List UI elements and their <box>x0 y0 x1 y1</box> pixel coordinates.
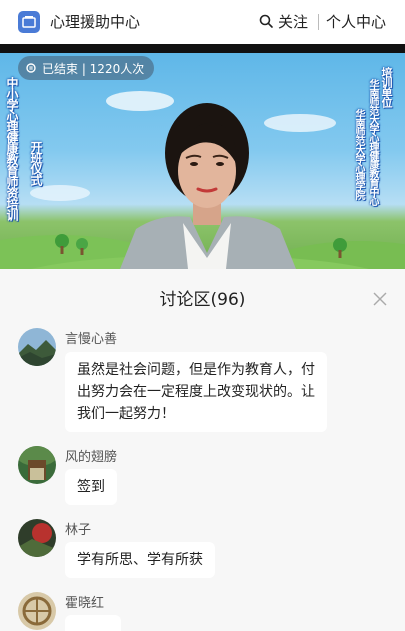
video-right-banner-line3: 华南师范大学心理学院 <box>353 109 364 199</box>
message-bubble <box>65 615 121 631</box>
follow-button[interactable]: 关注 <box>278 12 308 32</box>
discussion-title: 讨论区(96) <box>159 290 246 310</box>
message-author: 言慢心善 <box>65 332 118 347</box>
live-video-player[interactable]: 已结束 | 1220人次 中小学心理健康教育师资培训 开班仪式 培训单位 华南师… <box>0 53 405 269</box>
personal-center-link[interactable]: 个人中心 <box>326 12 386 32</box>
app-logo-icon[interactable] <box>18 11 40 33</box>
search-icon[interactable] <box>258 13 274 29</box>
avatar-image <box>18 519 56 557</box>
video-scene <box>0 91 405 269</box>
stream-status-badge: 已结束 | 1220人次 <box>18 56 155 80</box>
avatar-image <box>18 592 56 630</box>
video-right-banner-line1: 培训单位 <box>380 67 393 107</box>
avatar[interactable] <box>18 592 56 630</box>
stream-status-text: 已结束 | 1220人次 <box>42 61 145 76</box>
avatar[interactable] <box>18 446 56 484</box>
header-divider <box>318 14 319 30</box>
avatar-image <box>18 446 56 484</box>
avatar[interactable] <box>18 328 56 366</box>
avatar-image <box>18 328 56 366</box>
discussion-panel: 讨论区(96) 言慢心善 虽然是社会问题，但是作为教育人，付出努力会在一定程度上… <box>0 269 405 631</box>
top-nav-bar: 心理援助中心 关注 个人中心 <box>0 0 405 44</box>
video-left-banner: 中小学心理健康教育师资培训 <box>5 77 19 220</box>
message-bubble: 学有所思、学有所获 <box>65 542 215 578</box>
message-author: 风的翅膀 <box>65 450 118 465</box>
avatar[interactable] <box>18 519 56 557</box>
page-title: 心理援助中心 <box>50 13 141 31</box>
message-bubble: 签到 <box>65 469 117 505</box>
video-top-strip <box>0 44 405 53</box>
video-left-banner-sub: 开班仪式 <box>29 141 43 185</box>
video-right-banner-line2: 华南师范大学心理健康教育中心 <box>367 79 378 205</box>
message-author: 霍晓红 <box>65 596 105 611</box>
ended-status-icon <box>26 63 36 73</box>
close-icon[interactable] <box>372 291 388 307</box>
message-author: 林子 <box>65 523 92 538</box>
message-bubble: 虽然是社会问题，但是作为教育人，付出努力会在一定程度上改变现状的。让我们一起努力… <box>65 352 327 432</box>
